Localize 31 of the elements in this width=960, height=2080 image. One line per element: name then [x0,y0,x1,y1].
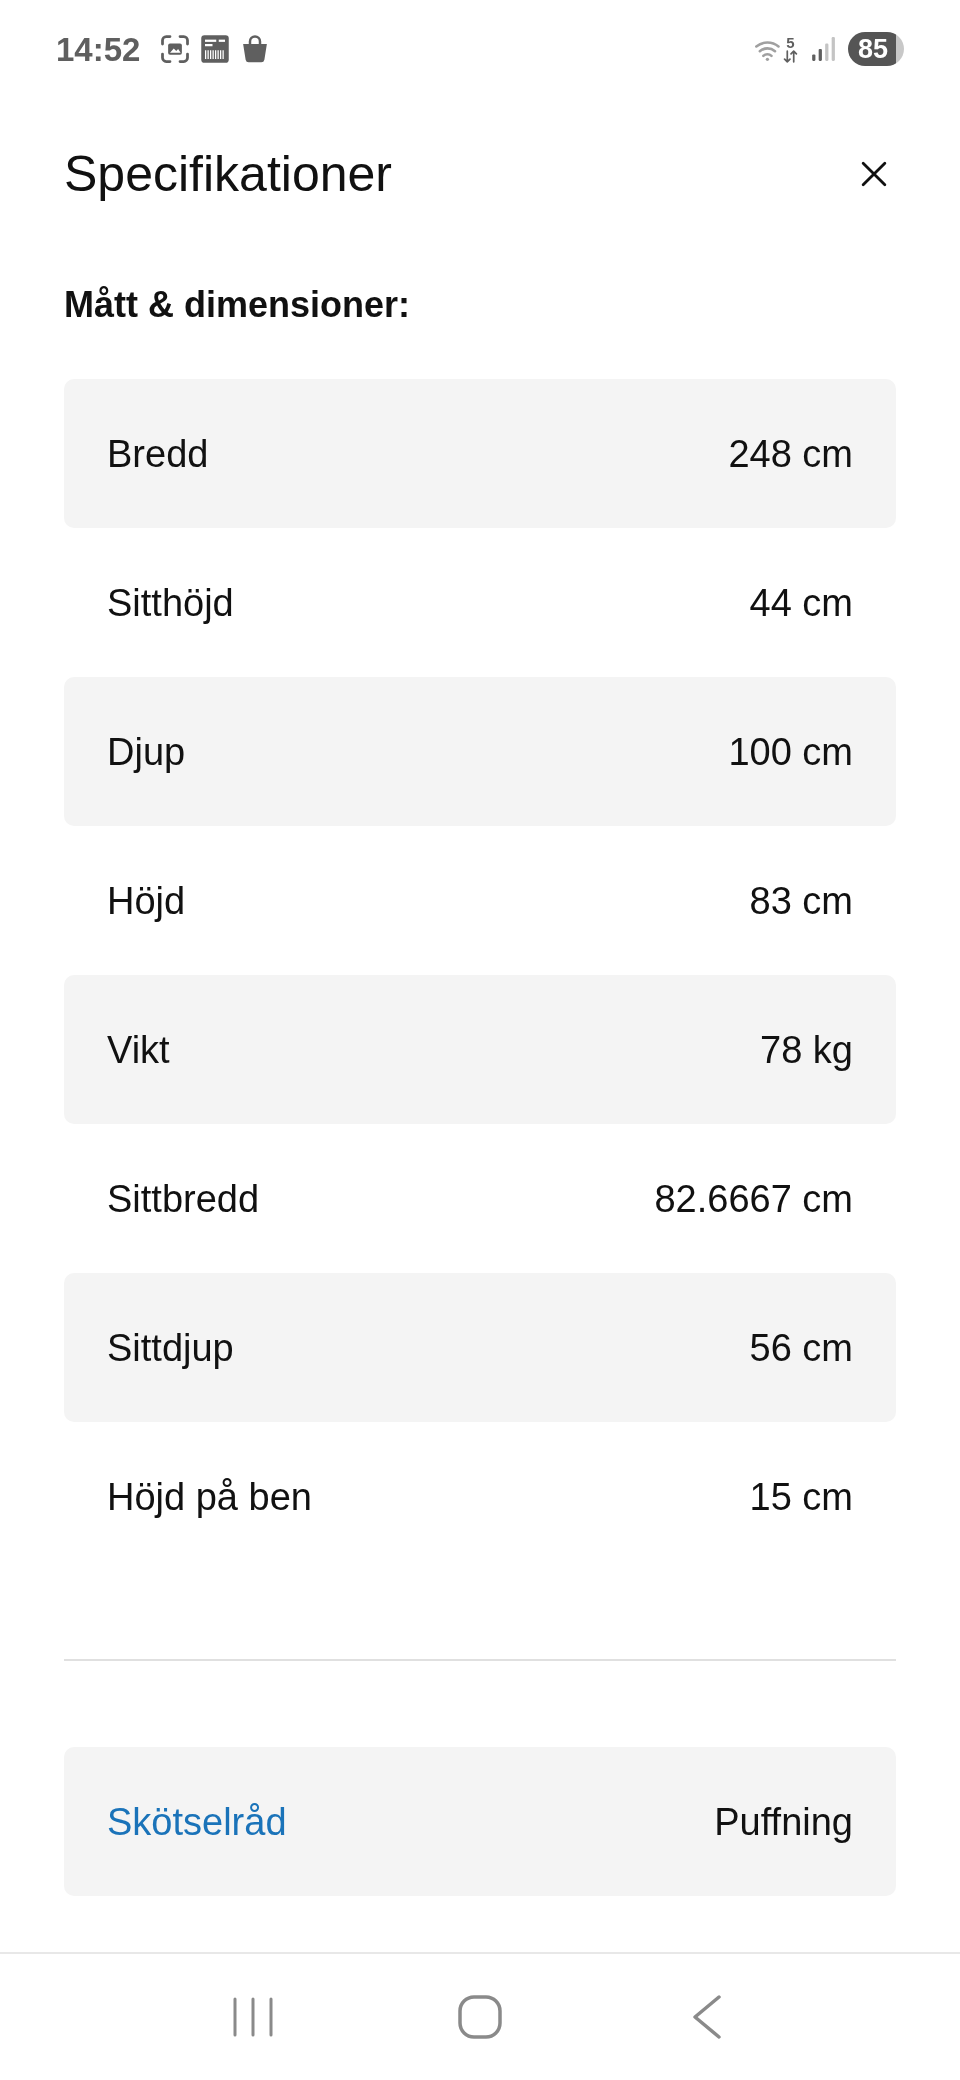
vertical-lines-icon [233,1997,274,2037]
section-heading: Mått & dimensioner: [64,287,411,323]
barcode-card-icon [200,34,231,64]
spec-value: 100 cm [728,732,853,771]
framed-image-icon [160,34,191,64]
spec-value: 248 cm [728,434,853,473]
spec-label: Bredd [107,434,209,473]
spec-value: 56 cm [749,1328,853,1367]
network-type-label: 5 [786,35,795,50]
status-time: 14:52 [56,32,141,66]
care-value: Puffning [714,1802,853,1841]
signal-icon [810,36,836,62]
spec-label: Djup [107,732,186,771]
spec-value: 15 cm [749,1477,853,1516]
spec-value: 44 cm [749,583,853,622]
spec-value: 82.6667 cm [654,1179,853,1218]
battery-badge: 85 [848,32,904,66]
chevron-left-icon [692,1995,721,2039]
spec-label: Sittdjup [107,1328,234,1367]
spec-label: Sittbredd [107,1179,260,1218]
spec-label: Höjd på ben [107,1477,312,1516]
panel-title: Specifikationer [64,149,392,199]
spec-label: Sitthöjd [107,583,234,622]
spec-label: Höjd [107,881,186,920]
data-arrows-icon [783,50,798,63]
care-link[interactable]: Skötselråd [107,1802,287,1841]
close-icon [861,161,887,187]
spec-label: Vikt [107,1030,170,1069]
spec-value: 78 kg [760,1030,853,1069]
spec-value: 83 cm [749,881,853,920]
rounded-square-icon [458,1995,502,2039]
